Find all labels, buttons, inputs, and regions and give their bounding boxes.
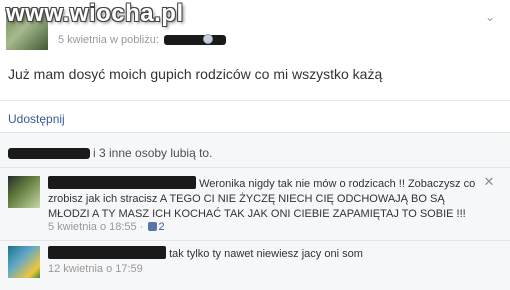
likes-text[interactable]: i 3 inne osoby lubią to. <box>93 146 212 160</box>
comment-time[interactable]: 5 kwietnia o 18:55 <box>48 221 137 233</box>
comment-like-count[interactable]: 2 <box>158 221 164 233</box>
redacted-commenter-name[interactable] <box>48 246 166 259</box>
divider <box>0 100 510 101</box>
post-text: Już mam dosyć moich gupich rodziców co m… <box>8 66 383 82</box>
comment-text: tak tylko ty nawet niewiesz jacy oni som <box>169 248 363 260</box>
commenter-avatar[interactable] <box>8 246 40 278</box>
close-icon[interactable]: ✕ <box>483 175 495 188</box>
post-meta: 5 kwietnia w pobliżu: <box>58 34 226 46</box>
globe-icon[interactable] <box>203 34 213 44</box>
facebook-post: www.wiocha.pl 5 kwietnia w pobliżu: ⌄ Ju… <box>0 0 510 290</box>
redacted-commenter-name[interactable] <box>48 176 196 189</box>
redacted-names <box>8 148 90 160</box>
commenter-avatar[interactable] <box>8 176 40 208</box>
thumbs-up-icon[interactable] <box>148 222 158 231</box>
chevron-down-icon[interactable]: ⌄ <box>482 10 498 24</box>
meta-separator: · <box>139 221 144 233</box>
watermark: www.wiocha.pl <box>6 0 184 27</box>
post-date-location[interactable]: 5 kwietnia w pobliżu: <box>58 34 159 46</box>
divider <box>0 167 510 168</box>
redacted-location <box>163 35 226 46</box>
divider <box>0 132 510 133</box>
share-button[interactable]: Udostępnij <box>8 112 65 126</box>
likes-summary: i 3 inne osoby lubią to. <box>8 146 212 160</box>
divider <box>0 240 510 241</box>
comment-time[interactable]: 12 kwietnia o 17:59 <box>48 263 143 275</box>
comment-body: tak tylko ty nawet niewiesz jacy oni som <box>48 246 480 262</box>
comment-body: Weronika nigdy tak nie mów o rodzicach !… <box>48 176 480 222</box>
comment-meta: 5 kwietnia o 18:55 · 2 <box>48 221 165 233</box>
